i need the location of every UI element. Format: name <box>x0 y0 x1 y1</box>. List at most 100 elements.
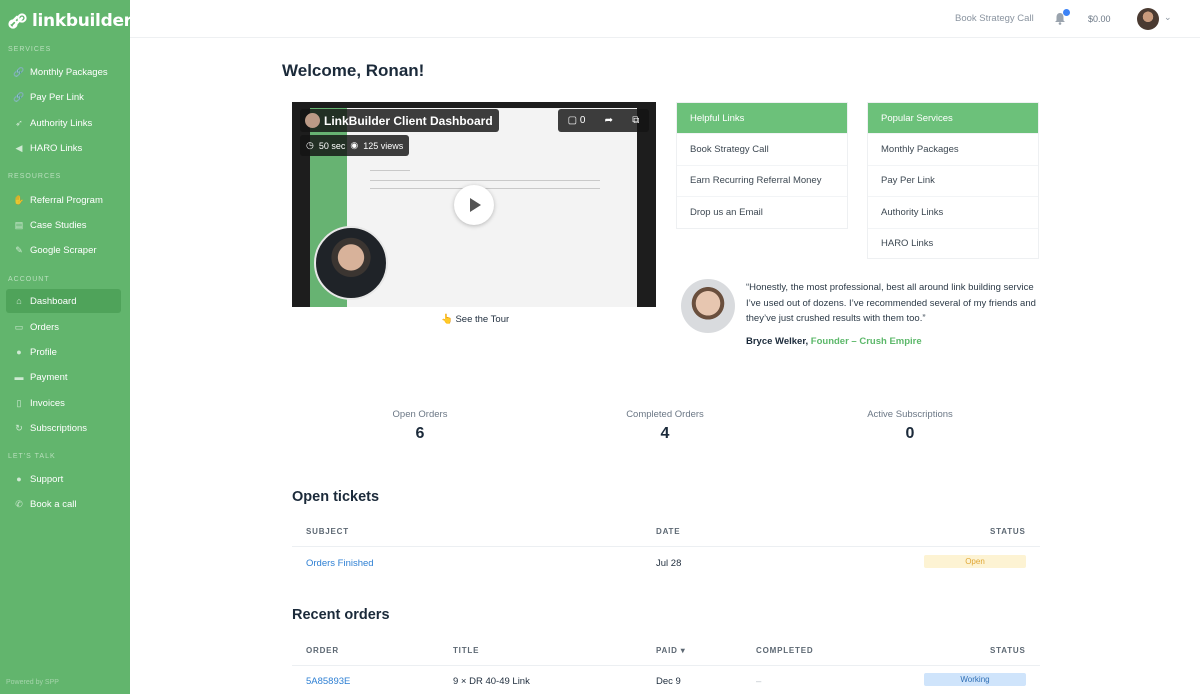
sidebar-item-haro-links[interactable]: ◀ HARO Links <box>6 136 121 160</box>
powered-by[interactable]: Powered by SPP <box>6 679 59 686</box>
home-icon: ⌂ <box>16 296 22 306</box>
helpful-link-item[interactable]: Book Strategy Call <box>677 133 847 165</box>
author-name: Bryce Welker, <box>746 336 809 347</box>
popular-service-item[interactable]: Authority Links <box>868 196 1038 228</box>
stat-active-subscriptions[interactable]: Active Subscriptions 0 <box>830 409 990 443</box>
book-strategy-call-link[interactable]: Book Strategy Call <box>955 13 1034 24</box>
megaphone-icon: ◀ <box>15 142 23 153</box>
status-badge: Working <box>924 673 1026 686</box>
sidebar-item-monthly-packages[interactable]: 🔗 Monthly Packages <box>6 60 121 84</box>
notification-dot <box>1063 9 1070 16</box>
wrench-icon: ✎ <box>15 244 23 255</box>
presenter-bubble <box>314 226 388 300</box>
sidebar-item-referral-program[interactable]: ✋ Referral Program <box>6 188 121 212</box>
sidebar-item-label: Profile <box>30 346 57 358</box>
ticket-date: Jul 28 <box>656 558 682 569</box>
order-paid-date: Dec 9 <box>656 676 681 687</box>
stat-completed-orders[interactable]: Completed Orders 4 <box>585 409 745 443</box>
clock-icon: ◷ <box>306 140 314 150</box>
popular-service-item[interactable]: Pay Per Link <box>868 164 1038 197</box>
sidebar-item-label: Orders <box>30 321 60 333</box>
video-views: 125 views <box>363 140 404 151</box>
open-tickets-title: Open tickets <box>292 489 380 505</box>
column-header-paid[interactable]: PAID ▾ <box>656 646 686 655</box>
section-label-resources: RESOURCES <box>8 173 62 180</box>
tour-video[interactable]: LinkBuilder Client Dashboard ◷ 50 sec ◉ … <box>292 102 656 307</box>
popular-service-item[interactable]: HARO Links <box>868 227 1038 260</box>
divider <box>292 546 1040 547</box>
stat-value: 6 <box>415 425 425 442</box>
stat-label: Open Orders <box>392 409 448 420</box>
sidebar-item-label: Payment <box>30 371 68 383</box>
column-header-title: TITLE <box>453 646 480 655</box>
helpful-link-item[interactable]: Drop us an Email <box>677 196 847 228</box>
video-title: LinkBuilder Client Dashboard <box>300 109 499 132</box>
user-icon: ● <box>16 347 22 357</box>
sidebar-item-subscriptions[interactable]: ↻ Subscriptions <box>6 416 121 440</box>
stat-label: Completed Orders <box>626 409 704 420</box>
column-header-status: STATUS <box>990 527 1026 536</box>
sidebar-item-label: Subscriptions <box>30 422 88 434</box>
sidebar-item-support[interactable]: ● Support <box>6 467 121 491</box>
sidebar: linkbuilder.io SERVICES 🔗 Monthly Package… <box>0 0 153 694</box>
recent-orders-title: Recent orders <box>292 607 390 623</box>
status-badge: Open <box>924 555 1026 568</box>
sidebar-item-authority-links[interactable]: ➶ Authority Links <box>6 111 121 135</box>
divider <box>292 665 1040 666</box>
play-button[interactable] <box>454 185 494 225</box>
sidebar-item-label: Google Scraper <box>30 244 97 256</box>
phone-icon: ✆ <box>15 498 23 509</box>
popular-service-item[interactable]: Monthly Packages <box>868 133 1038 165</box>
sidebar-item-payment[interactable]: ▬ Payment <box>6 365 121 389</box>
testimonial-author: Bryce Welker, Founder – Crush Empire <box>746 336 922 347</box>
page-title: Welcome, Ronan! <box>282 61 425 80</box>
card-icon: ▬ <box>14 372 24 382</box>
sidebar-item-orders[interactable]: ▭ Orders <box>6 315 121 339</box>
section-label-account: ACCOUNT <box>8 276 50 283</box>
share-icon[interactable]: ➦ <box>605 115 613 126</box>
inbox-icon: ▭ <box>14 321 24 332</box>
sidebar-item-label: Monthly Packages <box>30 66 108 78</box>
sidebar-item-label: Dashboard <box>30 295 77 307</box>
popular-services-panel: Popular Services Monthly Packages Pay Pe… <box>867 102 1039 259</box>
helpful-link-item[interactable]: Earn Recurring Referral Money <box>677 164 847 197</box>
document-icon: ▯ <box>16 397 22 408</box>
column-header-order: ORDER <box>306 646 339 655</box>
order-title: 9 × DR 40-49 Link <box>453 676 530 687</box>
column-header-subject: SUBJECT <box>306 527 349 536</box>
refresh-icon: ↻ <box>15 422 23 433</box>
helpful-links-panel: Helpful Links Book Strategy Call Earn Re… <box>676 102 848 229</box>
sidebar-item-case-studies[interactable]: ▤ Case Studies <box>6 213 121 237</box>
sidebar-item-profile[interactable]: ● Profile <box>6 340 121 364</box>
column-header-status: STATUS <box>990 646 1026 655</box>
external-link-icon[interactable]: ⧉ <box>632 115 639 126</box>
chat-icon: ● <box>16 474 22 484</box>
stat-open-orders[interactable]: Open Orders 6 <box>340 409 500 443</box>
avatar[interactable] <box>1137 8 1159 30</box>
see-the-tour-link[interactable]: 👆 See the Tour <box>441 314 509 325</box>
order-id-link[interactable]: 5A85893E <box>306 676 350 687</box>
chart-icon: ▤ <box>14 219 24 230</box>
stat-label: Active Subscriptions <box>867 409 953 420</box>
link-icon: 🔗 <box>13 91 25 102</box>
column-header-paid-label: PAID <box>656 646 678 655</box>
testimonial-quote: “Honestly, the most professional, best a… <box>746 282 1036 324</box>
video-actions: ▢ 0 ➦ ⧉ <box>558 109 649 132</box>
ticket-subject-link[interactable]: Orders Finished <box>306 558 374 569</box>
sidebar-item-google-scraper[interactable]: ✎ Google Scraper <box>6 238 121 262</box>
handshake-icon: ✋ <box>13 194 25 205</box>
sidebar-item-pay-per-link[interactable]: 🔗 Pay Per Link <box>6 85 121 109</box>
chevron-down-icon[interactable]: ⌄ <box>1164 12 1172 23</box>
sidebar-item-label: Authority Links <box>30 117 93 129</box>
video-author-avatar <box>305 113 320 128</box>
panel-title: Helpful Links <box>677 103 847 133</box>
video-title-text: LinkBuilder Client Dashboard <box>324 113 493 128</box>
section-label-lets-talk: LET'S TALK <box>8 453 56 460</box>
sidebar-item-book-a-call[interactable]: ✆ Book a call <box>6 492 121 516</box>
sidebar-item-label: Case Studies <box>30 219 87 231</box>
panel-title: Popular Services <box>868 103 1038 133</box>
sidebar-item-invoices[interactable]: ▯ Invoices <box>6 391 121 415</box>
sidebar-item-dashboard[interactable]: ⌂ Dashboard <box>6 289 121 313</box>
comment-icon[interactable]: ▢ 0 <box>568 115 586 126</box>
sort-caret-icon: ▾ <box>680 646 686 655</box>
